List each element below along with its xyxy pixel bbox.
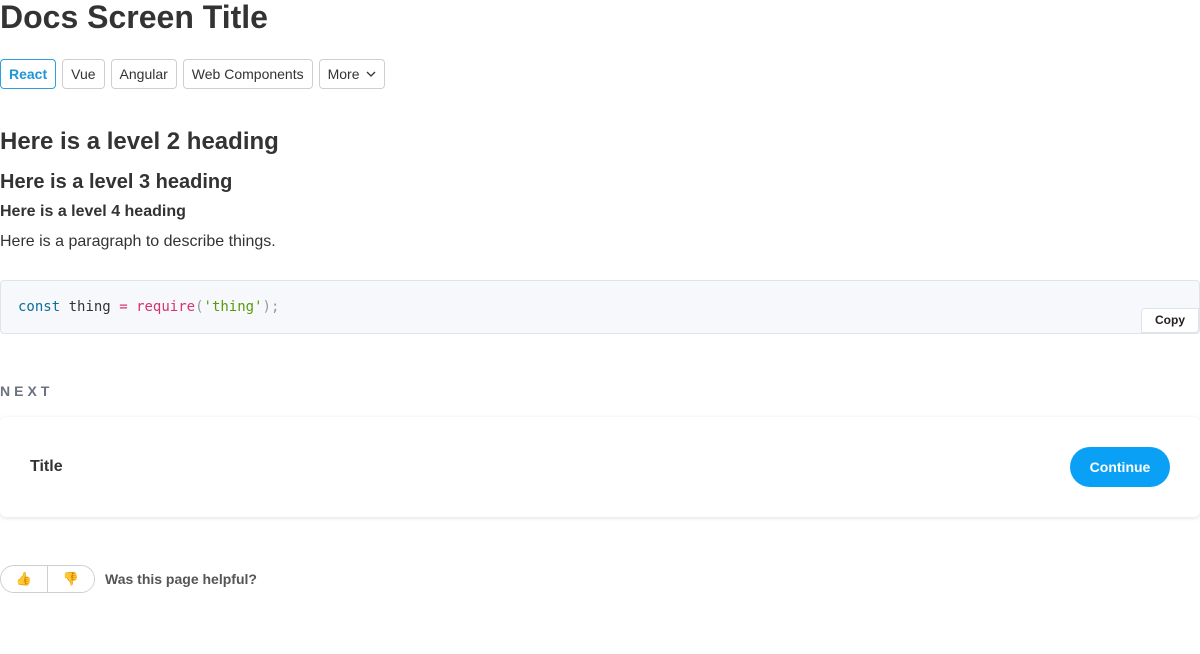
code-variable: thing xyxy=(68,299,111,315)
tab-more-dropdown[interactable]: More xyxy=(318,59,385,89)
tab-label: Angular xyxy=(119,66,168,82)
tab-vue[interactable]: Vue xyxy=(62,59,105,89)
code-string: 'thing' xyxy=(203,299,263,315)
code-block: const thing = require('thing'); Copy xyxy=(0,280,1200,334)
docs-page: Docs Screen Title React Vue Angular Web … xyxy=(0,0,1200,654)
tab-web-components[interactable]: Web Components xyxy=(182,59,313,89)
code-keyword: const xyxy=(18,299,61,315)
feedback-question: Was this page helpful? xyxy=(105,571,257,587)
code-function: require xyxy=(136,299,196,315)
continue-button[interactable]: Continue xyxy=(1070,447,1170,487)
thumbs-up-icon: 👍 xyxy=(15,571,33,586)
tab-label: Web Components xyxy=(191,66,304,82)
level-4-heading: Here is a level 4 heading xyxy=(0,203,186,220)
vote-buttons: 👍 👎 xyxy=(0,565,95,593)
code-line: const thing = require('thing'); xyxy=(18,298,279,316)
feedback-widget: 👍 👎 Was this page helpful? xyxy=(0,565,257,593)
code-punctuation: ); xyxy=(262,299,280,315)
next-page-title: Title xyxy=(30,458,63,475)
thumbs-down-button[interactable]: 👎 xyxy=(47,566,94,592)
next-page-card: Title Continue xyxy=(0,417,1200,517)
thumbs-up-button[interactable]: 👍 xyxy=(1,566,47,592)
chevron-down-icon xyxy=(366,71,375,77)
level-3-heading: Here is a level 3 heading xyxy=(0,171,233,193)
description-paragraph: Here is a paragraph to describe things. xyxy=(0,233,276,250)
code-operator: = xyxy=(119,299,128,315)
code-punctuation: ( xyxy=(195,299,204,315)
tab-react[interactable]: React xyxy=(0,59,57,89)
copy-button[interactable]: Copy xyxy=(1141,308,1199,333)
tab-label: Vue xyxy=(71,66,96,82)
tab-label: React xyxy=(9,66,48,82)
framework-tabs: React Vue Angular Web Components More xyxy=(0,59,385,89)
level-2-heading: Here is a level 2 heading xyxy=(0,128,279,155)
tab-angular[interactable]: Angular xyxy=(110,59,177,89)
thumbs-down-icon: 👎 xyxy=(62,571,80,586)
tab-label: More xyxy=(327,66,360,82)
page-title: Docs Screen Title xyxy=(0,0,268,35)
next-section-label: NEXT xyxy=(0,383,54,399)
